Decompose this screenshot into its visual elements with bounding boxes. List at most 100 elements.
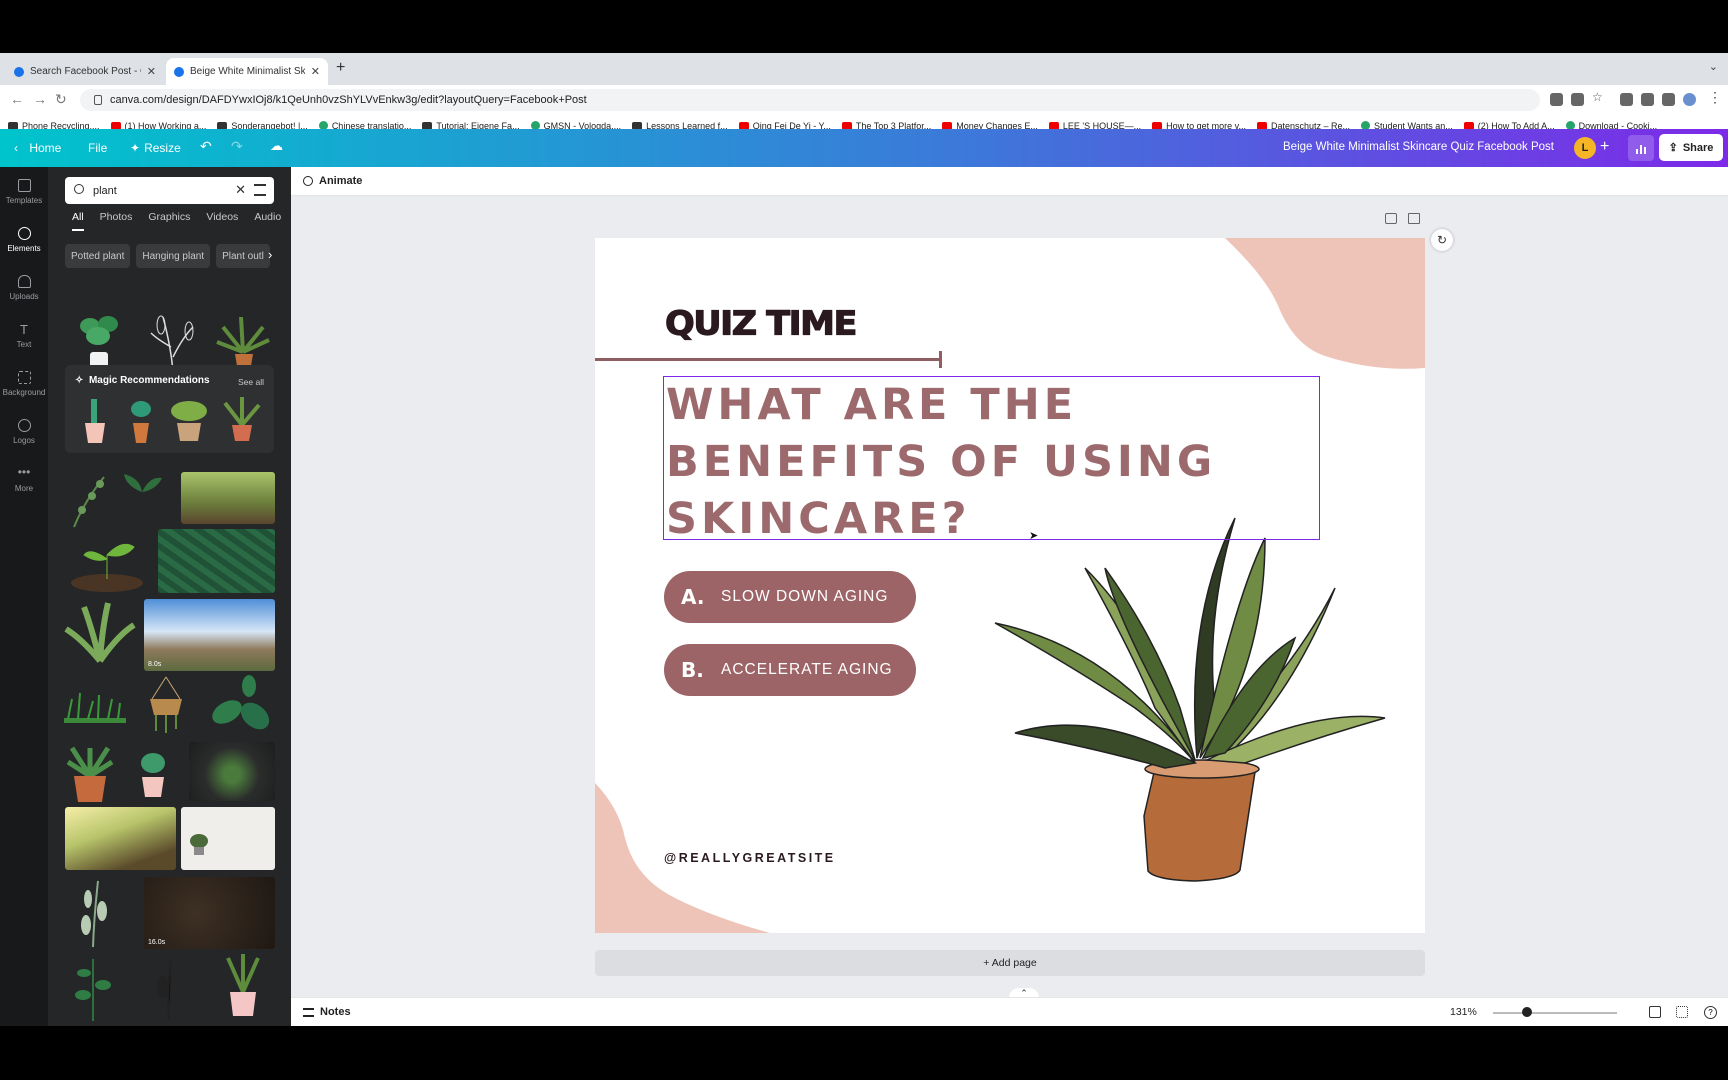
plant-graphic-small-pot[interactable] [136, 745, 170, 801]
plant-graphic-vine[interactable] [64, 472, 114, 528]
rail-item-uploads[interactable]: Uploads [0, 275, 48, 301]
chip-hanging-plant[interactable]: Hanging plant [136, 244, 211, 268]
chip-plant-outline[interactable]: Plant outl [216, 244, 270, 268]
close-tab-icon[interactable]: ✕ [311, 65, 320, 78]
content-tabs: All Photos Graphics Videos Audio [72, 211, 281, 231]
filter-icon[interactable] [254, 184, 266, 196]
tab-all[interactable]: All [72, 211, 84, 231]
url-field[interactable]: canva.com/design/DAFDYwxIOj8/k1QeUnh0vzS… [80, 89, 1540, 111]
chevron-right-icon[interactable]: › [268, 247, 272, 262]
avatar[interactable]: L [1574, 137, 1596, 159]
recommendation-succulent-pot[interactable] [121, 395, 161, 445]
design-title[interactable]: Beige White Minimalist Skincare Quiz Fac… [1283, 141, 1554, 153]
answer-text: SLOW DOWN AGING [721, 588, 889, 605]
quiz-title[interactable]: QUIZ TIME [664, 304, 858, 343]
video-soil-sprout[interactable]: 16.0s [144, 877, 275, 949]
translate-icon[interactable] [1550, 93, 1563, 106]
plant-graphic-fern-pot[interactable] [62, 742, 118, 806]
help-icon[interactable]: ? [1704, 1006, 1717, 1019]
answer-a-button[interactable]: A. SLOW DOWN AGING [664, 571, 916, 623]
zoom-slider[interactable] [1493, 1012, 1617, 1014]
tab-videos[interactable]: Videos [206, 211, 238, 231]
search-input[interactable]: plant ✕ [65, 177, 274, 204]
forward-icon[interactable]: → [33, 91, 47, 107]
resize-button[interactable]: ✦ Resize [130, 141, 181, 155]
home-button[interactable]: ‹ Home [14, 141, 61, 155]
recommendation-fern-pot[interactable] [167, 395, 211, 445]
duplicate-page-icon[interactable] [1385, 213, 1397, 224]
question-text-box-selected[interactable]: WHAT ARE THE BENEFITS OF USING SKINCARE? [663, 376, 1320, 544]
tab-audio[interactable]: Audio [254, 211, 281, 231]
background-icon [17, 371, 31, 384]
title-underline-end [939, 351, 942, 368]
redo-icon[interactable]: ↷ [231, 138, 243, 155]
see-all-link[interactable]: See all [238, 377, 264, 387]
file-menu-button[interactable]: File [88, 141, 107, 155]
design-page[interactable]: QUIZ TIME WHAT ARE THE BENEFITS OF USING… [595, 238, 1425, 933]
photo-sunlight-sprouts[interactable] [65, 807, 176, 870]
refresh-icon[interactable]: ↻ [1431, 229, 1453, 251]
tab-search-chevron-icon[interactable]: ⌄ [1709, 60, 1718, 73]
tab-beige-white-skincare[interactable]: Beige White Minimalist Skincare ✕ [166, 58, 328, 85]
insights-chart-icon[interactable] [1628, 135, 1654, 161]
tab-graphics[interactable]: Graphics [148, 211, 190, 231]
share-button[interactable]: ⇪ Share [1659, 134, 1723, 161]
new-tab-icon[interactable]: + [336, 59, 345, 77]
video-street-trees[interactable]: 8.0s [144, 599, 275, 671]
back-icon[interactable]: ← [10, 91, 24, 107]
upload-icon [17, 275, 31, 288]
animate-button[interactable]: Animate [303, 175, 362, 187]
plant-graphic-seedling-soil[interactable] [64, 529, 150, 593]
recommendation-plant-pot[interactable] [217, 395, 267, 445]
photo-leaves-closeup[interactable] [158, 529, 275, 593]
rail-item-elements[interactable]: Elements [0, 227, 48, 253]
plant-graphic-sprout[interactable] [120, 472, 164, 522]
photo-seedling-hand[interactable] [181, 472, 275, 524]
rail-item-text[interactable]: T Text [0, 323, 48, 349]
answer-b-button[interactable]: B. ACCELERATE AGING [664, 644, 916, 696]
star-icon[interactable]: ☆ [1592, 90, 1605, 104]
plant-graphic-watercolor-sprig[interactable] [68, 877, 118, 949]
side-rail: Templates Elements Uploads T Text Backgro… [0, 167, 48, 1026]
add-collaborator-icon[interactable]: + [1600, 138, 1609, 156]
plant-graphic-bamboo-pot[interactable] [218, 952, 268, 1020]
tab-photos[interactable]: Photos [100, 211, 133, 231]
photo-bonsai-white[interactable] [181, 807, 275, 870]
sparkle-icon: ✧ [75, 375, 84, 386]
cloud-saved-icon[interactable]: ☁ [270, 138, 283, 154]
recommendation-cactus-pot[interactable] [75, 395, 115, 445]
sidebar-icon[interactable] [1662, 93, 1675, 106]
clear-search-icon[interactable]: ✕ [235, 182, 246, 198]
chip-potted-plant[interactable]: Potted plant [65, 244, 131, 268]
plant-graphic-hanging-basket[interactable] [144, 675, 188, 735]
plant-graphic-grass-tuft[interactable] [62, 599, 138, 663]
tab-search-facebook-post[interactable]: Search Facebook Post - Canva ✕ [6, 58, 164, 85]
undo-icon[interactable]: ↶ [200, 138, 212, 155]
photo-hands-plant[interactable] [189, 742, 275, 801]
plant-graphic-dark-leaves[interactable] [149, 957, 189, 1021]
puzzle-icon[interactable] [1641, 93, 1654, 106]
menu-icon[interactable]: ⋮ [1708, 89, 1722, 106]
notes-button[interactable]: Notes [303, 1006, 351, 1018]
share-page-icon[interactable] [1571, 93, 1584, 106]
fullscreen-icon[interactable] [1676, 1006, 1688, 1018]
add-page-button[interactable]: + Add page [595, 950, 1425, 976]
rail-item-background[interactable]: Background [0, 371, 48, 397]
url-text: canva.com/design/DAFDYwxIOj8/k1QeUnh0vzS… [110, 94, 587, 106]
extension-icon[interactable] [1620, 93, 1633, 106]
zoom-percentage[interactable]: 131% [1450, 1006, 1477, 1018]
plant-graphic-leaves[interactable] [209, 672, 275, 736]
plant-graphic-grass-strip[interactable] [62, 677, 128, 723]
rail-item-templates[interactable]: Templates [0, 179, 48, 205]
rail-item-logos[interactable]: Logos [0, 419, 48, 445]
add-page-icon[interactable] [1408, 213, 1420, 224]
profile-icon[interactable] [1683, 93, 1696, 106]
search-icon [74, 184, 84, 194]
page-count-icon[interactable] [1649, 1006, 1661, 1018]
website-handle[interactable]: @REALLYGREATSITE [664, 851, 836, 865]
reload-icon[interactable]: ↻ [55, 91, 67, 108]
zoom-slider-handle[interactable] [1522, 1007, 1532, 1017]
rail-item-more[interactable]: ••• More [0, 466, 48, 493]
plant-graphic-green-sprig[interactable] [68, 955, 118, 1021]
close-tab-icon[interactable]: ✕ [147, 65, 156, 78]
